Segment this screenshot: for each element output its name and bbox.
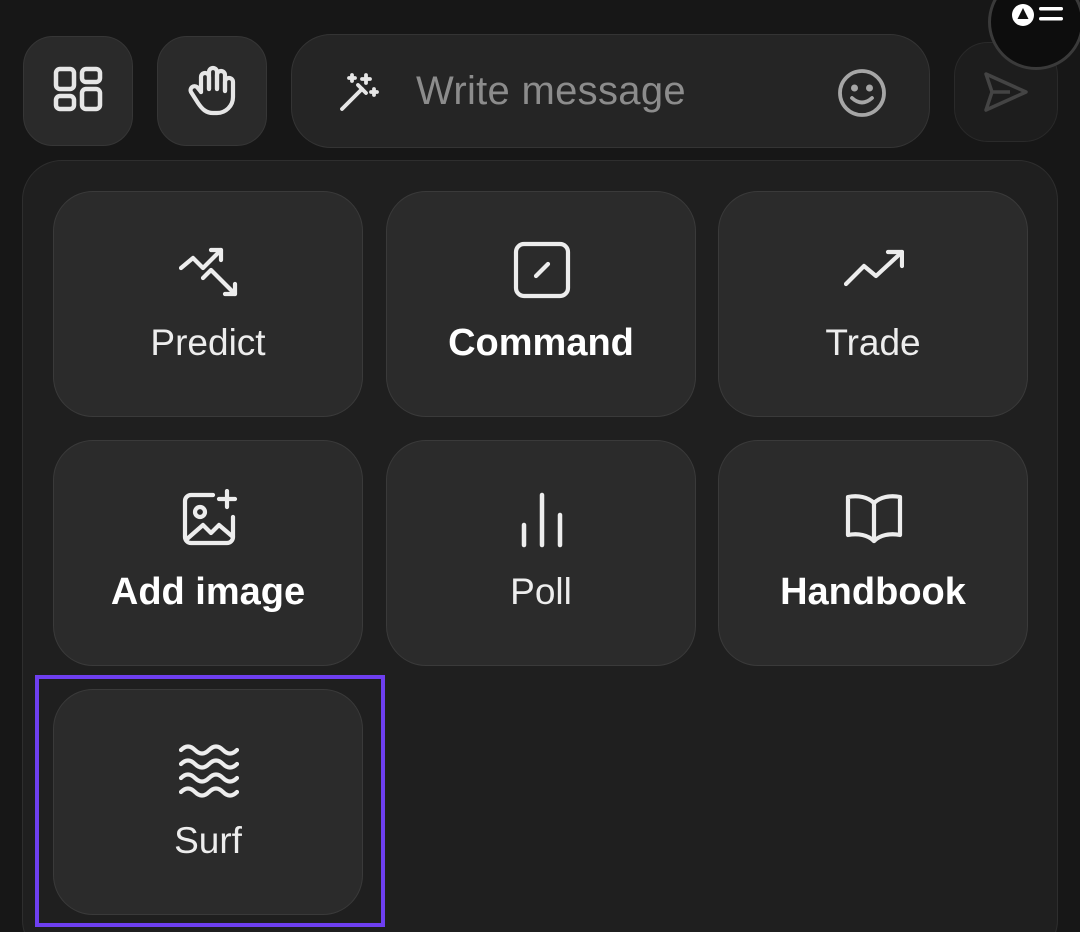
action-label: Command (448, 322, 634, 364)
poll-bars-icon (521, 492, 563, 548)
action-predict[interactable]: Predict (53, 191, 363, 417)
raise-hand-icon (188, 65, 236, 116)
command-square-icon (513, 241, 571, 299)
action-label: Handbook (780, 571, 966, 613)
trend-up-down-icon (179, 247, 238, 297)
send-icon (984, 72, 1028, 112)
action-label: Trade (825, 322, 921, 363)
action-add-image[interactable]: Add image (53, 440, 363, 666)
trend-up-icon (844, 249, 904, 287)
magic-wand-icon[interactable] (336, 71, 380, 120)
raise-hand-button[interactable] (157, 36, 267, 146)
action-label: Add image (110, 571, 306, 613)
action-trade[interactable]: Trade (718, 191, 1028, 417)
emoji-smile-icon[interactable] (836, 67, 888, 124)
book-icon (845, 494, 903, 544)
action-label: Poll (510, 571, 572, 612)
apps-button[interactable] (23, 36, 133, 146)
message-input[interactable]: Write message (416, 65, 686, 117)
action-handbook[interactable]: Handbook (718, 440, 1028, 666)
waves-icon (179, 744, 239, 798)
action-surf[interactable]: Surf (53, 689, 363, 915)
apps-grid-icon (53, 66, 103, 112)
profile-menu-icon (1012, 4, 1063, 26)
action-command[interactable]: Command (386, 191, 696, 417)
message-composer[interactable]: Write message (291, 34, 930, 148)
image-add-icon (182, 489, 238, 546)
composer-screen: Write message Predict Command Trade Add … (0, 0, 1080, 932)
action-label: Predict (150, 322, 266, 363)
action-poll[interactable]: Poll (386, 440, 696, 666)
action-label: Surf (174, 820, 242, 861)
